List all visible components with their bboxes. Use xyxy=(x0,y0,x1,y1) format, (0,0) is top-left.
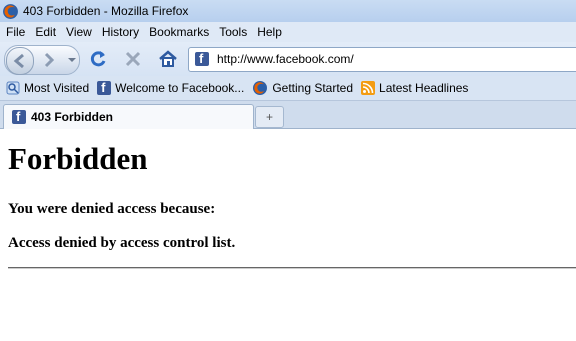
bookmark-welcome-facebook[interactable]: Welcome to Facebook... xyxy=(97,80,245,95)
bookmark-label: Welcome to Facebook... xyxy=(115,81,245,95)
history-dropdown-icon[interactable] xyxy=(67,55,77,65)
facebook-icon xyxy=(195,51,209,66)
menu-file[interactable]: File xyxy=(6,25,25,39)
menu-history[interactable]: History xyxy=(102,25,139,39)
menu-view[interactable]: View xyxy=(66,25,92,39)
address-bar[interactable]: http://www.facebook.com/ xyxy=(188,47,576,72)
menu-tools[interactable]: Tools xyxy=(219,25,247,39)
firefox-icon xyxy=(3,3,18,19)
back-button[interactable] xyxy=(6,47,34,75)
window-title: 403 Forbidden - Mozilla Firefox xyxy=(23,4,189,18)
address-bar-url[interactable]: http://www.facebook.com/ xyxy=(217,52,354,66)
bookmark-latest-headlines[interactable]: Latest Headlines xyxy=(361,81,468,95)
most-visited-icon xyxy=(6,81,20,95)
reload-button[interactable] xyxy=(88,49,108,69)
forward-button[interactable] xyxy=(39,50,59,70)
denied-reason-label: You were denied access because: xyxy=(8,201,216,217)
menu-edit[interactable]: Edit xyxy=(35,25,56,39)
bookmarks-toolbar: Most Visited Welcome to Facebook... Gett… xyxy=(0,76,576,101)
tab-title: 403 Forbidden xyxy=(31,110,114,124)
bookmark-label: Latest Headlines xyxy=(379,81,469,95)
bookmark-most-visited[interactable]: Most Visited xyxy=(6,81,89,95)
firefox-icon xyxy=(253,81,268,95)
rss-icon xyxy=(361,81,376,95)
menu-bookmarks[interactable]: Bookmarks xyxy=(149,25,209,39)
denied-reason-detail: Access denied by access control list. xyxy=(8,235,236,251)
bookmark-label: Most Visited xyxy=(24,81,90,95)
bookmark-label: Getting Started xyxy=(272,81,354,95)
new-tab-button[interactable]: + xyxy=(255,106,284,128)
menu-bar: File Edit View History Bookmarks Tools H… xyxy=(0,22,576,42)
horizontal-rule xyxy=(8,267,576,269)
bookmark-getting-started[interactable]: Getting Started xyxy=(252,80,353,96)
navigation-toolbar: http://www.facebook.com/ xyxy=(0,42,576,76)
facebook-icon xyxy=(97,80,112,95)
home-button[interactable] xyxy=(157,48,179,70)
facebook-icon xyxy=(12,109,26,124)
menu-help[interactable]: Help xyxy=(257,25,282,39)
page-content: Forbidden You were denied access because… xyxy=(0,129,576,341)
tab-strip: 403 Forbidden + xyxy=(0,101,576,129)
tab-403-forbidden[interactable]: 403 Forbidden xyxy=(3,104,254,129)
back-forward-group xyxy=(4,45,80,75)
back-arrow-icon xyxy=(13,53,24,69)
page-heading: Forbidden xyxy=(8,141,148,176)
window-titlebar: 403 Forbidden - Mozilla Firefox xyxy=(0,0,576,22)
stop-button[interactable] xyxy=(123,49,143,69)
